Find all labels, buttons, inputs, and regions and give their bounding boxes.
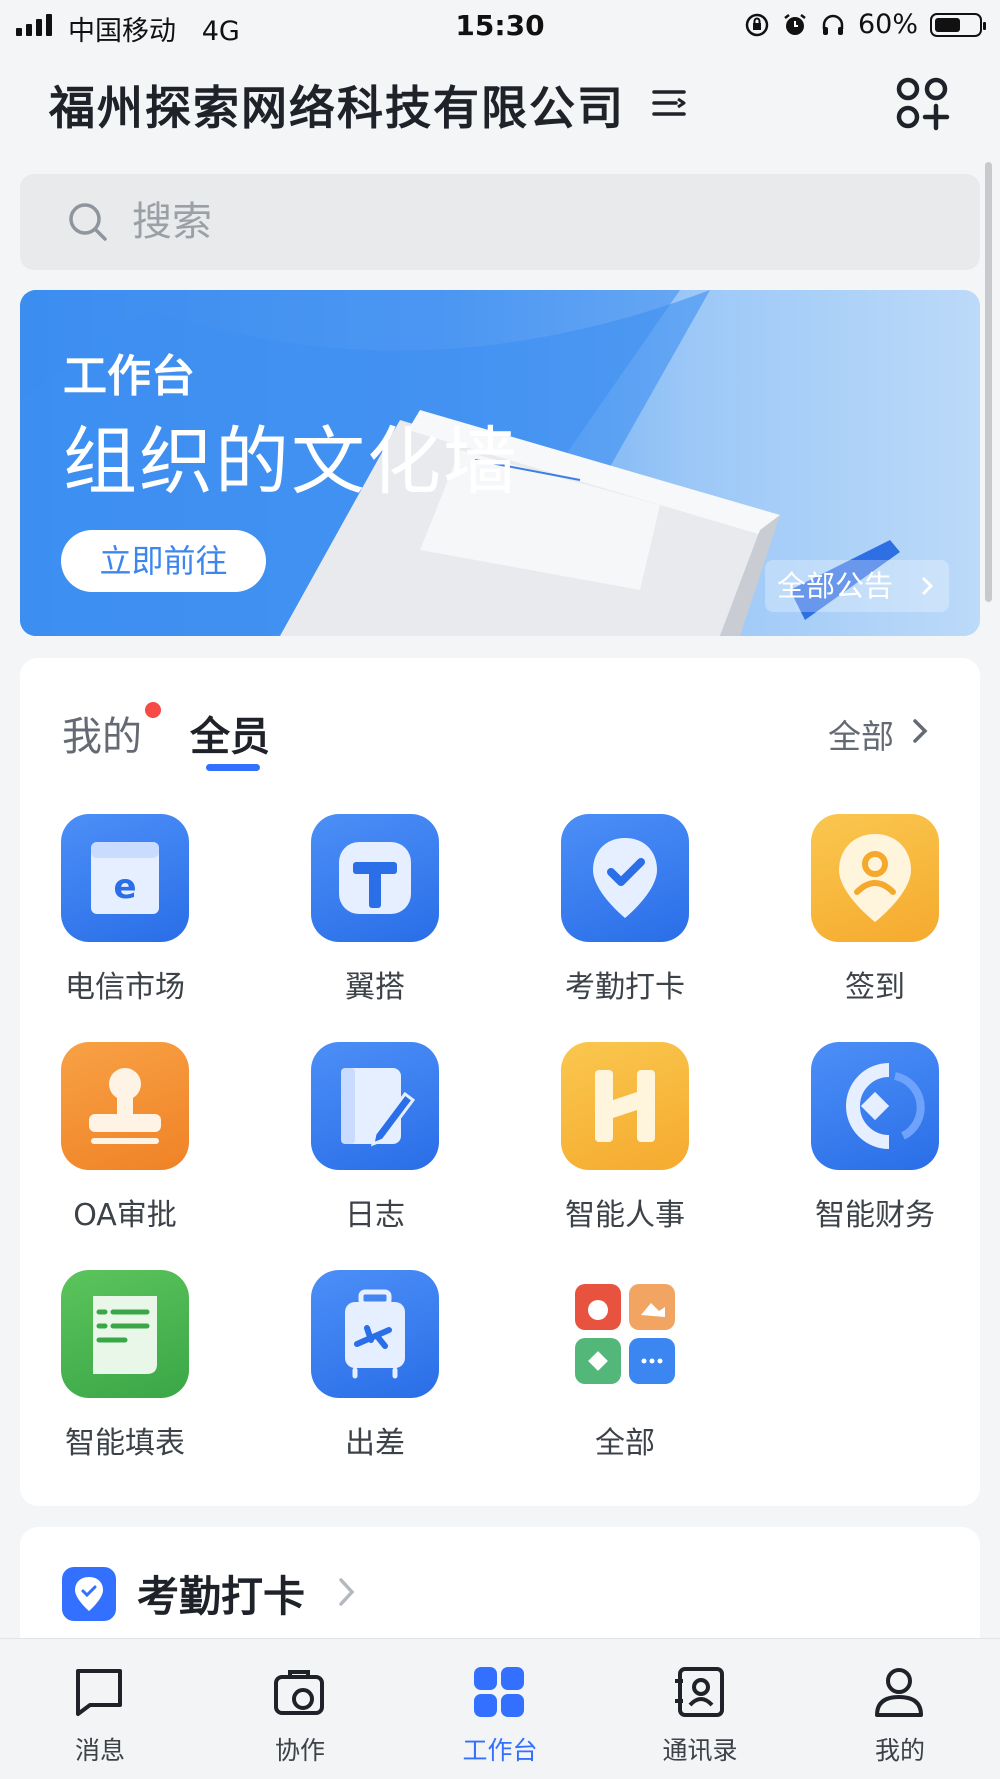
- status-bar: 中国移动 4G 15:30 60%: [0, 0, 1000, 52]
- tab-messages[interactable]: 消息: [0, 1639, 200, 1779]
- tab-mine[interactable]: 我的: [62, 704, 142, 762]
- search-icon: [69, 203, 107, 241]
- journal-icon: [311, 1042, 439, 1170]
- top-header: 福州探索网络科技有限公司: [0, 60, 1000, 140]
- attendance-card-title: 考勤打卡: [137, 1572, 306, 1621]
- banner-title: 组织的文化墙: [63, 419, 519, 505]
- app-label: 电信市场: [65, 970, 185, 1005]
- attendance-icon: [561, 814, 689, 942]
- search-bar[interactable]: [20, 174, 980, 270]
- active-tab-indicator: [206, 764, 260, 771]
- app-label: OA审批: [73, 1198, 177, 1233]
- tab-label: 工作台: [462, 1736, 538, 1765]
- app-check-in[interactable]: 签到: [770, 814, 970, 1014]
- rotation-lock-icon: [745, 13, 769, 36]
- contacts-icon: [675, 1667, 724, 1717]
- app-label: 翼搭: [345, 970, 405, 1005]
- search-input[interactable]: [130, 188, 934, 256]
- business-trip-icon: [311, 1270, 439, 1398]
- app-label: 智能财务: [815, 1198, 935, 1233]
- chevron-right-icon[interactable]: [338, 1577, 356, 1607]
- message-icon: [76, 1669, 122, 1716]
- app-telecom-market[interactable]: e 电信市场: [20, 814, 220, 1014]
- all-apps-icon: [561, 1270, 689, 1398]
- app-label: 签到: [845, 970, 905, 1005]
- banner-subtitle: 工作台: [63, 351, 195, 402]
- alarm-icon: [784, 13, 806, 35]
- tab-contacts[interactable]: 通讯录: [600, 1639, 800, 1779]
- tab-workbench[interactable]: 工作台: [400, 1639, 600, 1779]
- scrollbar[interactable]: [985, 162, 992, 602]
- tab-profile[interactable]: 我的: [800, 1639, 1000, 1779]
- app-yida[interactable]: 翼搭: [270, 814, 470, 1014]
- app-label: 智能填表: [65, 1426, 185, 1461]
- battery-icon: [930, 12, 986, 37]
- tab-label: 我的: [874, 1736, 925, 1765]
- attendance-icon: [62, 1567, 116, 1621]
- all-notices-label: 全部公告: [777, 569, 894, 603]
- bottom-tab-bar: 消息 协作 工作台 通讯录 我的: [0, 1638, 1000, 1779]
- app-label: 全部: [595, 1426, 655, 1461]
- app-label: 出差: [345, 1426, 405, 1461]
- app-attendance[interactable]: 考勤打卡: [520, 814, 720, 1014]
- collaboration-icon: [274, 1670, 324, 1715]
- switch-org-icon[interactable]: [652, 88, 688, 118]
- svg-text:e: e: [113, 867, 136, 907]
- profile-icon: [875, 1668, 923, 1717]
- check-in-location-icon: [811, 814, 939, 942]
- workbench-icon: [474, 1667, 524, 1717]
- tab-label: 消息: [74, 1736, 125, 1765]
- smart-form-icon: [61, 1270, 189, 1398]
- status-right: 60%: [744, 9, 986, 40]
- app-smart-hr[interactable]: 智能人事: [520, 1042, 720, 1242]
- app-journal[interactable]: 日志: [270, 1042, 470, 1242]
- tab-all-members[interactable]: 全员: [190, 704, 270, 762]
- see-all-link[interactable]: 全部: [828, 710, 894, 758]
- tab-label: 协作: [274, 1736, 325, 1765]
- chevron-right-icon: [921, 576, 933, 596]
- app-label: 考勤打卡: [565, 970, 685, 1005]
- banner[interactable]: 工作台 组织的文化墙 立即前往 全部公告: [20, 290, 980, 636]
- battery-percent: 60%: [857, 9, 918, 40]
- company-name[interactable]: 福州探索网络科技有限公司: [49, 72, 625, 138]
- smart-finance-icon: [811, 1042, 939, 1170]
- app-label: 日志: [345, 1198, 405, 1233]
- approval-stamp-icon: [61, 1042, 189, 1170]
- tab-label: 通讯录: [662, 1736, 738, 1765]
- tab-collaboration[interactable]: 协作: [200, 1639, 400, 1779]
- add-app-icon[interactable]: [895, 76, 951, 132]
- all-notices-link[interactable]: 全部公告: [765, 560, 949, 612]
- telecom-market-icon: e: [61, 814, 189, 942]
- unread-dot: [145, 702, 161, 718]
- app-business-trip[interactable]: 出差: [270, 1270, 470, 1470]
- app-smart-finance[interactable]: 智能财务: [770, 1042, 970, 1242]
- app-smart-form[interactable]: 智能填表: [20, 1270, 220, 1470]
- smart-hr-icon: [561, 1042, 689, 1170]
- apps-card: 我的 全员 全部 e 电信市场 翼搭 考勤打卡 签到 OA审批 日志 智能人事 …: [20, 658, 980, 1506]
- app-all[interactable]: 全部: [520, 1270, 720, 1470]
- chevron-right-icon[interactable]: [912, 718, 928, 744]
- go-now-button[interactable]: 立即前往: [61, 530, 266, 592]
- app-oa-approval[interactable]: OA审批: [20, 1042, 220, 1242]
- app-label: 智能人事: [565, 1198, 685, 1233]
- yida-icon: [311, 814, 439, 942]
- headphones-icon: [822, 14, 844, 35]
